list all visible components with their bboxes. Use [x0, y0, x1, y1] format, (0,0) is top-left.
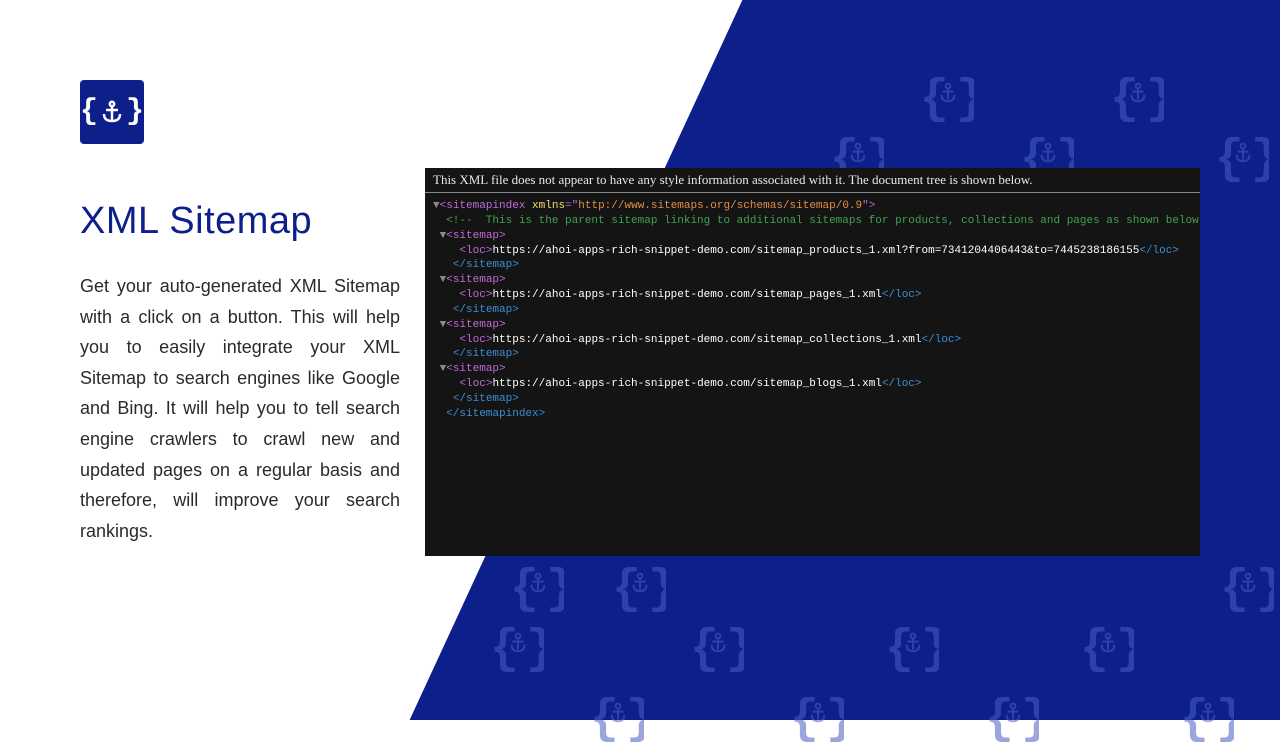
brand-logo: { }	[80, 80, 144, 144]
anchor-brace-icon	[590, 690, 644, 744]
anchor-brace-icon	[690, 620, 744, 674]
page-heading: XML Sitemap	[80, 200, 400, 243]
anchor-brace-icon	[1180, 690, 1234, 744]
anchor-brace-icon	[790, 690, 844, 744]
sitemap-url-1: https://ahoi-apps-rich-snippet-demo.com/…	[492, 289, 881, 301]
xml-code-body: ▼<sitemapindex xmlns="http://www.sitemap…	[425, 193, 1200, 428]
anchor-icon	[100, 100, 124, 124]
anchor-brace-icon	[1110, 70, 1164, 124]
body-description: Get your auto-generated XML Sitemap with…	[80, 271, 400, 546]
xmlns-url: http://www.sitemaps.org/schemas/sitemap/…	[578, 200, 862, 212]
anchor-brace-icon	[490, 620, 544, 674]
anchor-brace-icon	[510, 560, 564, 614]
sitemap-url-3: https://ahoi-apps-rich-snippet-demo.com/…	[492, 378, 881, 390]
anchor-brace-icon	[920, 70, 974, 124]
xml-comment: <!-- This is the parent sitemap linking …	[446, 215, 1200, 227]
sitemap-url-0: https://ahoi-apps-rich-snippet-demo.com/…	[492, 245, 1139, 257]
anchor-brace-icon	[1220, 560, 1274, 614]
anchor-brace-icon	[612, 560, 666, 614]
xml-style-notice: This XML file does not appear to have an…	[425, 168, 1200, 193]
anchor-brace-icon	[1080, 620, 1134, 674]
anchor-brace-icon	[1215, 130, 1269, 184]
sitemap-url-2: https://ahoi-apps-rich-snippet-demo.com/…	[492, 334, 921, 346]
brace-right-icon: }	[126, 95, 144, 129]
brace-left-icon: {	[80, 95, 98, 129]
anchor-brace-icon	[985, 690, 1039, 744]
xml-code-panel: This XML file does not appear to have an…	[425, 168, 1200, 556]
content-block: XML Sitemap Get your auto-generated XML …	[80, 200, 400, 546]
anchor-brace-icon	[885, 620, 939, 674]
